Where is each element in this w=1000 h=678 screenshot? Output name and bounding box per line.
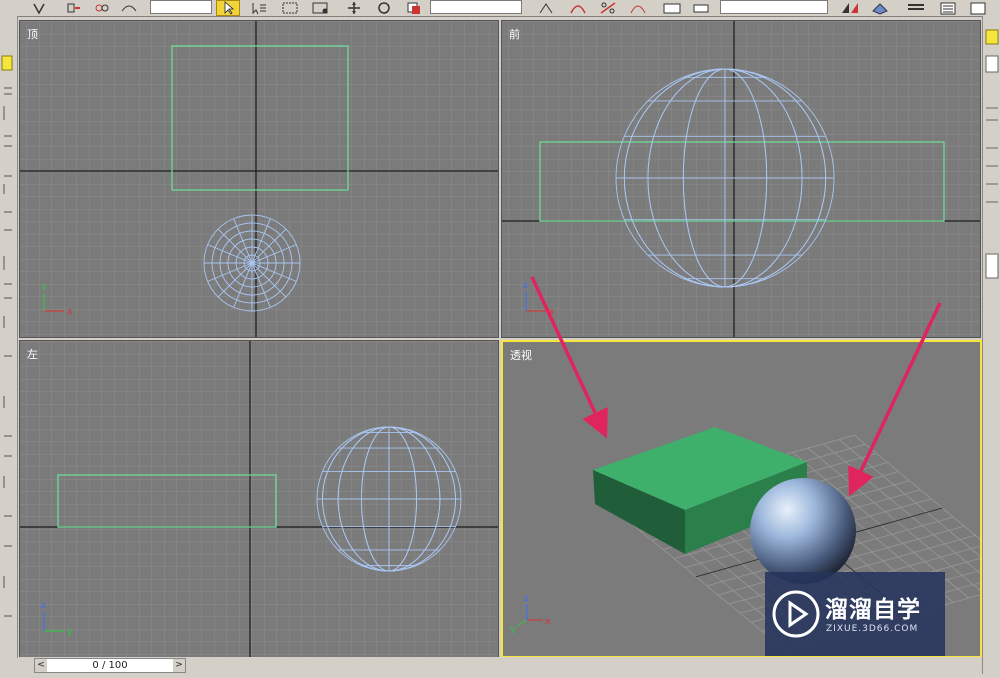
undo-icon[interactable] [30, 0, 48, 16]
svg-text:x: x [67, 307, 73, 317]
move-icon[interactable] [342, 0, 366, 16]
frame-counter: 0 / 100 [92, 660, 128, 671]
svg-text:z: z [524, 594, 529, 604]
viewport-front[interactable]: x z 前 [501, 20, 981, 338]
sphere-solid [750, 478, 856, 584]
svg-text:y: y [510, 625, 516, 635]
selection-filter-dropdown[interactable] [150, 0, 212, 14]
time-slider[interactable]: < 0 / 100 > [34, 658, 186, 673]
schematic-view-icon[interactable] [966, 0, 990, 16]
scale-icon[interactable] [402, 0, 426, 16]
select-by-name-icon[interactable] [248, 0, 270, 16]
rect-region-icon[interactable] [278, 0, 302, 16]
angle-snap-icon[interactable] [566, 0, 590, 16]
svg-text:x: x [545, 617, 551, 627]
time-slider-bar: < 0 / 100 > [18, 657, 982, 674]
viewport-label-top[interactable]: 顶 [27, 26, 38, 42]
edit-named-selection-icon[interactable] [690, 0, 714, 16]
rotate-icon[interactable] [372, 0, 396, 16]
left-view-canvas: y z [20, 341, 498, 657]
layer-manager-icon[interactable] [904, 0, 928, 16]
reference-coordinate-dropdown[interactable] [430, 0, 522, 14]
snap-icon[interactable] [534, 0, 558, 16]
select-object-icon[interactable] [216, 0, 240, 16]
watermark-logo: 溜溜自学 ZIXUE.3D66.COM [765, 572, 945, 656]
svg-text:y: y [41, 282, 47, 292]
play-logo-icon [772, 590, 820, 638]
sphere-wireframe [203, 214, 301, 312]
svg-text:z: z [41, 601, 46, 611]
watermark-subtitle: ZIXUE.3D66.COM [826, 624, 919, 634]
viewport-label-perspective[interactable]: 透视 [510, 347, 532, 363]
named-selection-icon[interactable] [660, 0, 684, 16]
link-icon[interactable] [64, 0, 84, 16]
spinner-snap-icon[interactable] [626, 0, 650, 16]
window-crossing-icon[interactable] [308, 0, 332, 16]
viewport-label-left[interactable]: 左 [27, 346, 38, 362]
svg-text:z: z [523, 281, 528, 291]
prev-frame-button[interactable]: < [35, 659, 47, 672]
front-view-canvas: x z [502, 21, 980, 337]
left-tool-strip [0, 16, 18, 658]
command-panel-strip [982, 16, 1000, 674]
unlink-icon[interactable] [92, 0, 112, 16]
viewport-left[interactable]: y z 左 [19, 340, 499, 658]
main-toolbar [0, 0, 1000, 17]
percent-snap-icon[interactable] [596, 0, 620, 16]
watermark-title: 溜溜自学 [825, 597, 921, 623]
viewport-label-front[interactable]: 前 [509, 26, 520, 42]
bind-space-warp-icon[interactable] [118, 0, 140, 16]
top-view-canvas: x y [20, 21, 498, 337]
svg-text:y: y [67, 627, 73, 637]
next-frame-button[interactable]: > [173, 659, 185, 672]
named-selection-set-dropdown[interactable] [720, 0, 828, 14]
align-icon[interactable] [868, 0, 892, 16]
mirror-icon[interactable] [838, 0, 862, 16]
viewport-top[interactable]: x y 顶 [19, 20, 499, 338]
svg-text:x: x [549, 307, 555, 317]
curve-editor-icon[interactable] [936, 0, 960, 16]
